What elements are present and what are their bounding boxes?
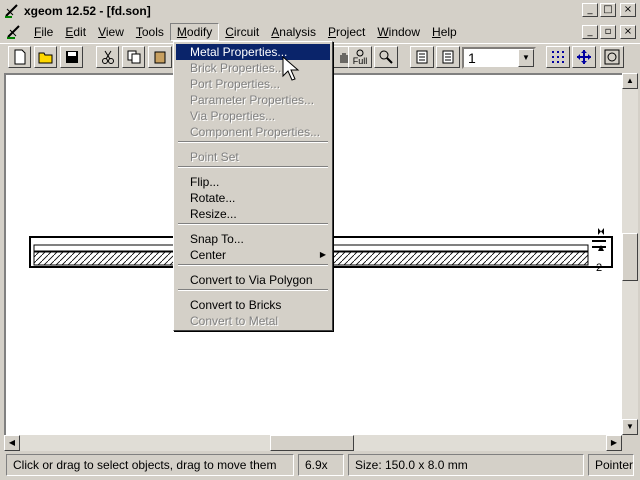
paste-icon	[154, 51, 166, 64]
horizontal-scroll-thumb[interactable]	[270, 435, 354, 451]
minimize-button[interactable]: _	[582, 3, 598, 17]
save-button[interactable]	[60, 46, 83, 68]
menu-item-metal-properties[interactable]: Metal Properties...	[176, 44, 330, 60]
vertical-scrollbar[interactable]: ▲ ▼	[622, 73, 638, 435]
title-bar: xgeom 12.52 - [fd.son] _ □ ×	[0, 0, 640, 22]
save-icon	[65, 51, 78, 63]
menu-project[interactable]: Project	[322, 23, 371, 41]
document-icon[interactable]	[6, 24, 24, 40]
menu-separator	[178, 289, 328, 291]
paste-button[interactable]	[148, 46, 172, 68]
copy-button[interactable]	[122, 46, 145, 68]
port-arrow-icon	[598, 228, 604, 235]
port-line	[592, 240, 606, 248]
doc-restore-button[interactable]: ▫	[600, 25, 616, 39]
menu-item-port-properties: Port Properties...	[190, 77, 281, 91]
menu-item-component-properties: Component Properties...	[190, 125, 321, 139]
status-bar: Click or drag to select objects, drag to…	[0, 452, 640, 478]
menu-edit[interactable]: Edit	[59, 23, 92, 41]
menu-bar: File Edit View Tools Modify Circuit Analysis Pr…	[0, 22, 640, 42]
status-size: Size: 150.0 x 8.0 mm	[348, 454, 584, 476]
level-select[interactable]: 1 ▼	[462, 47, 536, 69]
scissors-icon	[101, 50, 114, 64]
window-title: xgeom 12.52 - [fd.son]	[24, 4, 151, 18]
pointer-cursor-icon	[282, 56, 300, 81]
doc-close-button[interactable]: ×	[620, 25, 636, 39]
new-file-button[interactable]	[8, 46, 31, 68]
app-icon	[4, 3, 20, 19]
scroll-down-button[interactable]: ▼	[622, 419, 638, 435]
cut-button[interactable]	[96, 46, 119, 68]
lower-level-button[interactable]	[410, 46, 434, 68]
menu-help[interactable]: Help	[426, 23, 463, 41]
menu-item-rotate[interactable]: Rotate...	[176, 190, 330, 206]
vertical-scroll-thumb[interactable]	[622, 233, 638, 281]
upper-level-button[interactable]	[436, 46, 460, 68]
scroll-up-button[interactable]: ▲	[622, 73, 638, 89]
new-file-icon	[14, 49, 25, 65]
menu-item-via-properties: Via Properties...	[190, 109, 276, 123]
menu-separator	[178, 223, 328, 225]
layers-down-icon	[416, 50, 428, 64]
doc-minimize-button[interactable]: _	[582, 25, 598, 39]
menu-separator	[178, 166, 328, 168]
move-button[interactable]	[572, 46, 596, 68]
menu-item-flip[interactable]: Flip...	[176, 174, 330, 190]
menu-item-snap-to[interactable]: Snap To...	[176, 231, 330, 247]
zoom-in-icon	[379, 50, 393, 64]
menu-item-convert-to-metal: Convert to Metal	[190, 314, 279, 328]
menu-item-point-set: Point Set	[190, 150, 239, 164]
port-number: 2	[596, 262, 602, 274]
menu-item-parameter-properties: Parameter Properties...	[190, 93, 315, 107]
menu-modify[interactable]: Modify	[169, 23, 220, 41]
menu-analysis[interactable]: Analysis	[265, 23, 322, 41]
zoom-full-button[interactable]: Full	[348, 46, 372, 68]
grid-dots-icon	[552, 51, 564, 63]
status-mode: Pointer	[588, 454, 634, 476]
menu-separator	[178, 264, 328, 266]
menu-item-convert-to-bricks[interactable]: Convert to Bricks	[176, 297, 330, 313]
submenu-arrow-icon: ▶	[319, 250, 326, 259]
menu-tools[interactable]: Tools	[130, 23, 170, 41]
zoom-in-button[interactable]	[374, 46, 398, 68]
move-arrows-icon	[577, 50, 591, 64]
menu-item-resize[interactable]: Resize...	[176, 206, 330, 222]
menu-circuit[interactable]: Circuit	[219, 23, 265, 41]
zoom-box-button[interactable]	[600, 46, 624, 68]
layers-up-icon	[442, 50, 454, 64]
folder-open-icon	[38, 52, 52, 64]
scroll-right-button[interactable]: ▶	[606, 435, 622, 451]
menu-item-brick-properties: Brick Properties...	[190, 61, 285, 75]
grid-button[interactable]	[546, 46, 570, 68]
horizontal-scrollbar[interactable]: ◀ ▶	[4, 435, 622, 451]
level-value: 1	[468, 50, 476, 66]
close-button[interactable]: ×	[620, 3, 636, 17]
status-zoom: 6.9x	[298, 454, 344, 476]
open-file-button[interactable]	[34, 46, 57, 68]
chevron-down-icon[interactable]: ▼	[518, 49, 534, 67]
menu-separator	[178, 141, 328, 143]
menu-item-center[interactable]: Center ▶	[176, 247, 330, 263]
menu-item-convert-to-via-polygon[interactable]: Convert to Via Polygon	[176, 272, 330, 288]
full-label: Full	[352, 55, 368, 66]
status-hint: Click or drag to select objects, drag to…	[6, 454, 294, 476]
copy-icon	[127, 50, 140, 64]
menu-window[interactable]: Window	[371, 23, 426, 41]
maximize-button[interactable]: □	[600, 3, 616, 17]
menu-view[interactable]: View	[92, 23, 130, 41]
scroll-left-button[interactable]: ◀	[4, 435, 20, 451]
menu-file[interactable]: File	[28, 23, 59, 41]
zoom-box-icon	[604, 49, 620, 65]
modify-menu: Metal Properties... Brick Properties... Po…	[173, 41, 333, 331]
